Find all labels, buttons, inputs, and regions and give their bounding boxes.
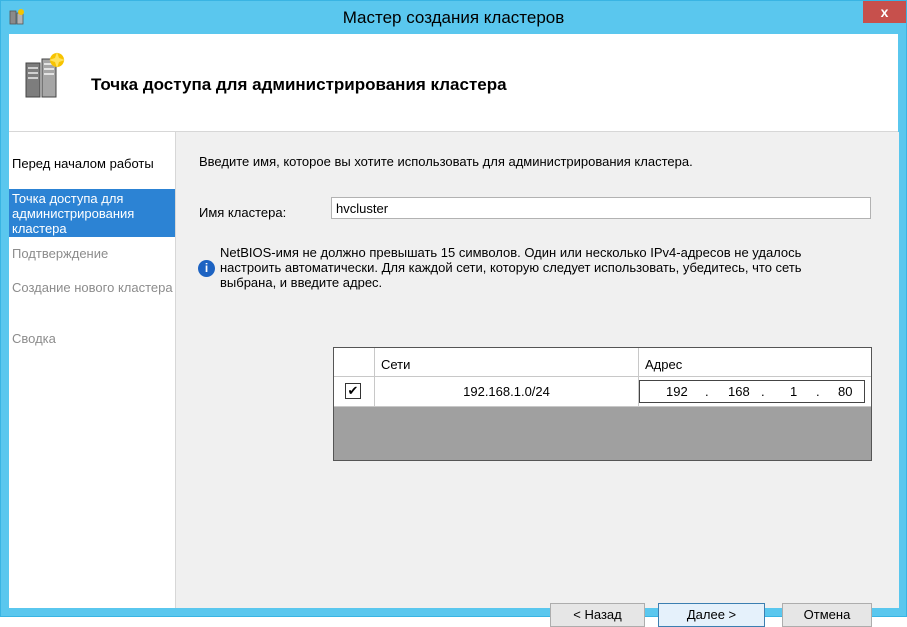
wizard-client-area: Точка доступа для администрирования клас… [9,34,899,627]
step-access-point[interactable]: Точка доступа для администрирования клас… [9,189,175,237]
row-checkbox-cell: ✔ [334,377,375,406]
cluster-servers-icon [25,52,65,98]
ip-octet-3[interactable]: 1 [790,384,797,399]
cluster-name-input[interactable] [331,197,871,219]
step-summary: Сводка [12,331,56,346]
cluster-name-label: Имя кластера: [199,205,287,220]
network-cell: 192.168.1.0/24 [375,377,639,406]
info-message: NetBIOS-имя не должно превышать 15 симво… [220,245,802,290]
ip-octet-4[interactable]: 80 [838,384,852,399]
ip-address-input[interactable]: 192 . 168 . 1 . 80 [639,380,865,403]
wizard-steps-sidebar: Перед началом работы Точка доступа для а… [9,132,175,608]
ip-octet-1[interactable]: 192 [666,384,688,399]
table-row[interactable]: ✔ 192.168.1.0/24 192 . 168 . 1 . 80 [334,377,871,407]
info-icon: i [198,260,215,277]
networks-grid: Сети Адрес ✔ 192.168.1.0/24 192 . 168 . … [333,347,872,461]
network-checkbox[interactable]: ✔ [345,383,361,399]
page-title: Точка доступа для администрирования клас… [91,75,507,94]
wizard-window: Мастер создания кластеров x Точка доступ… [0,0,907,627]
networks-column-header[interactable]: Сети [375,348,639,376]
wizard-main-panel: Введите имя, которое вы хотите использов… [175,132,899,627]
networks-column-label: Сети [381,357,411,372]
ip-dot: . [761,384,765,399]
ip-dot: . [705,384,709,399]
instruction-text: Введите имя, которое вы хотите использов… [199,154,693,169]
close-button[interactable]: x [863,1,906,23]
wizard-header: Точка доступа для администрирования клас… [9,34,898,132]
step-before-you-begin[interactable]: Перед началом работы [9,156,175,171]
address-column-header[interactable]: Адрес [639,348,871,376]
grid-header: Сети Адрес [334,348,871,377]
address-column-label: Адрес [645,357,683,372]
checkbox-column-header [334,348,375,376]
step-confirmation: Подтверждение [12,246,109,261]
title-bar[interactable]: Мастер создания кластеров x [1,1,906,34]
back-button[interactable]: < Назад [550,603,645,627]
step-creating-cluster: Создание нового кластера [12,280,173,295]
window-title: Мастер создания кластеров [342,8,565,27]
ip-octet-2[interactable]: 168 [728,384,750,399]
next-button[interactable]: Далее > [658,603,765,627]
ip-dot: . [816,384,820,399]
cancel-button[interactable]: Отмена [782,603,872,627]
